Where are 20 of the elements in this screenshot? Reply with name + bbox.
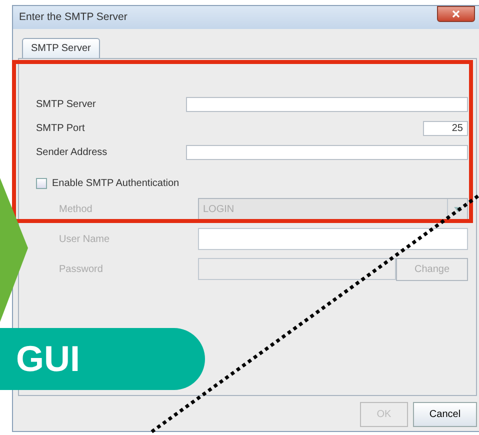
field-label: SMTP Port: [36, 122, 86, 136]
password-field[interactable]: [198, 258, 396, 280]
input-field[interactable]: [198, 228, 468, 250]
port-field[interactable]: 25: [423, 120, 468, 136]
callout-label: GUI: [0, 328, 205, 390]
field-label: Method: [59, 202, 94, 216]
checkbox[interactable]: [36, 178, 47, 188]
field-label: SMTP Server: [36, 98, 97, 112]
close-icon: [452, 10, 460, 18]
cancel-button[interactable]: Cancel: [413, 402, 477, 427]
caret-icon: [454, 206, 462, 212]
input-field[interactable]: [186, 96, 468, 112]
field-label: Sender Address: [36, 146, 108, 160]
field-label: User Name: [59, 232, 111, 246]
tab[interactable]: SMTP Server: [22, 38, 100, 58]
checkbox-label: Enable SMTP Authentication: [52, 176, 180, 190]
field-label: Password: [59, 262, 104, 276]
close-button[interactable]: [437, 6, 475, 22]
window-title: Enter the SMTP Server: [19, 10, 128, 25]
input-field[interactable]: [186, 144, 468, 160]
